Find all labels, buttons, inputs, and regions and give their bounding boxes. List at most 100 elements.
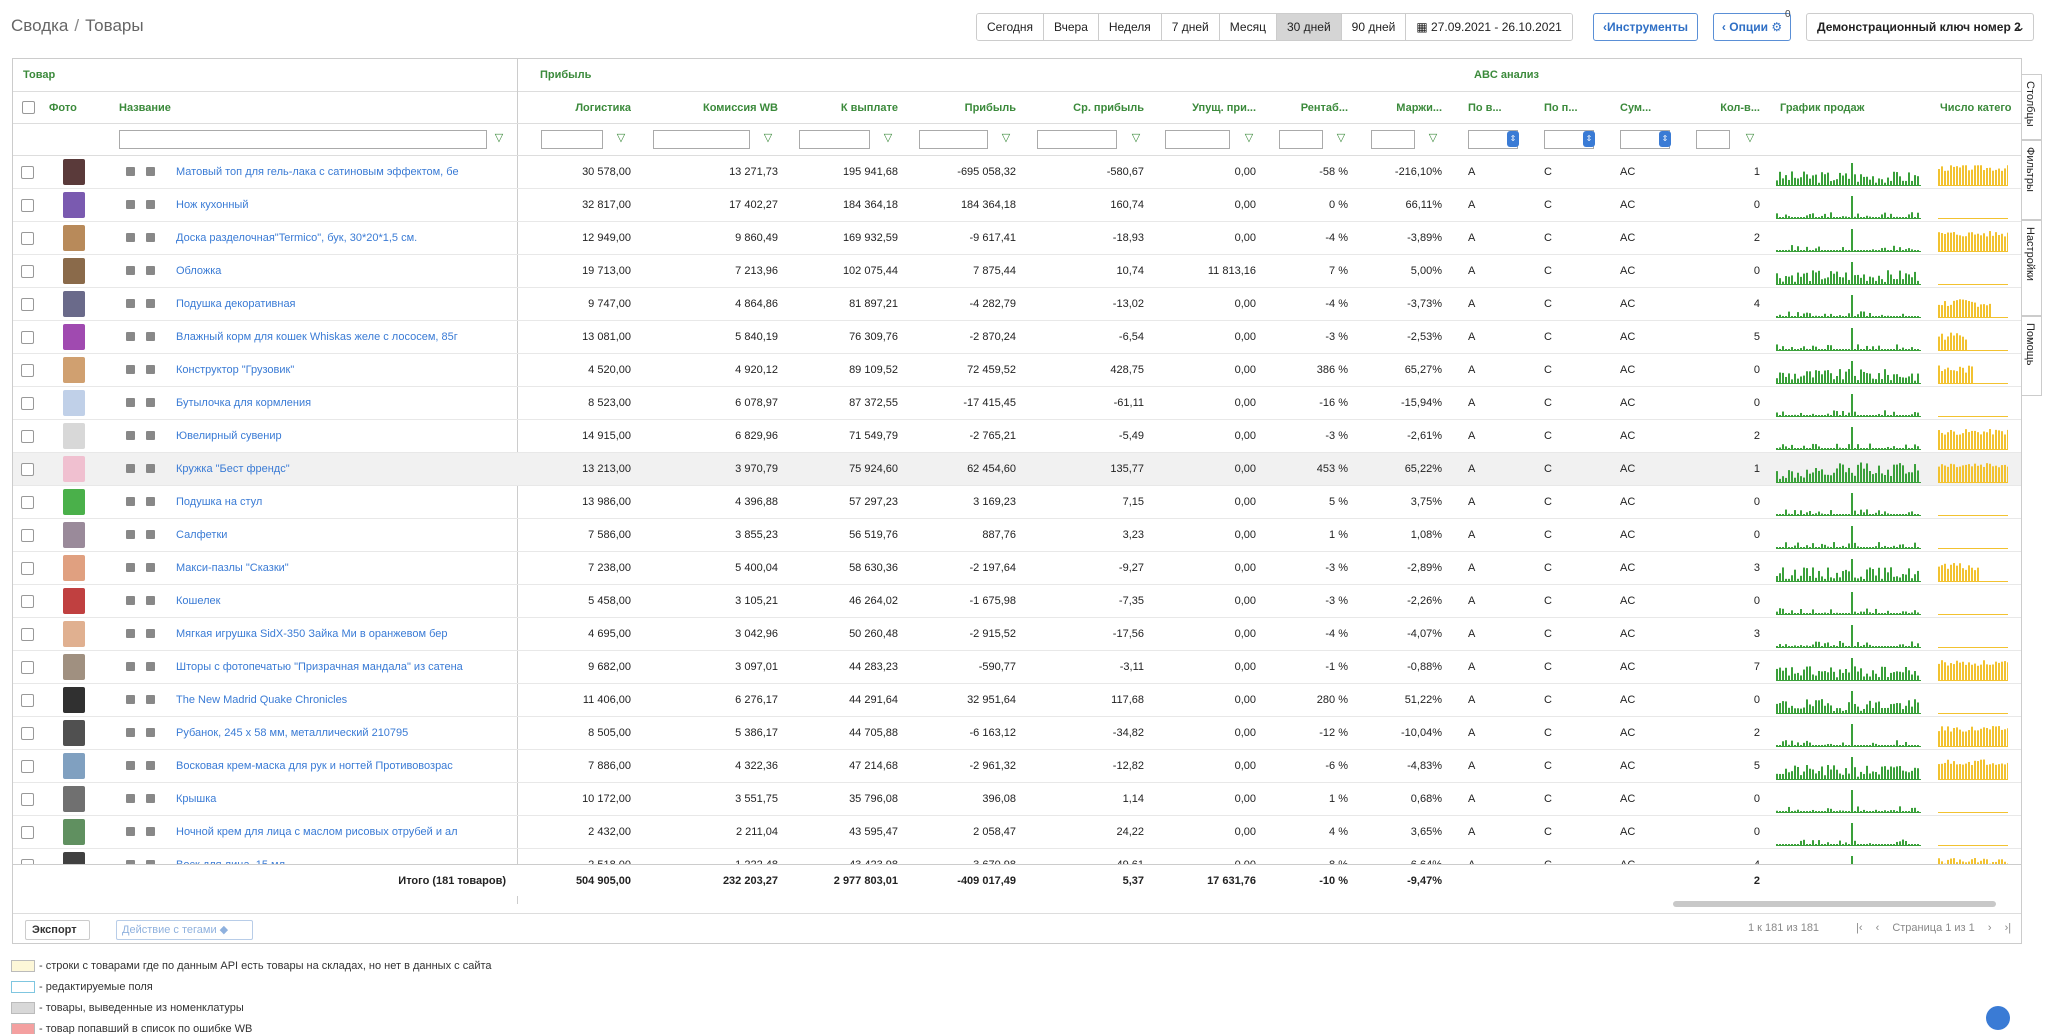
tag-icon[interactable] [126,299,135,308]
table-row[interactable]: Рубанок, 245 x 58 мм, металлический 2107… [13,717,2021,750]
tag-icon[interactable] [126,728,135,737]
table-row[interactable]: Мягкая игрушка SidX-350 Зайка Ми в оранж… [13,618,2021,651]
select-all-checkbox[interactable] [22,101,35,114]
product-name-link[interactable]: Влажный корм для кошек Whiskas желе с ло… [176,321,506,353]
table-row[interactable]: Шторы с фотопечатью "Призрачная мандала"… [13,651,2021,684]
tag-icon[interactable] [126,497,135,506]
product-photo[interactable] [63,291,85,317]
tag-icon[interactable] [126,563,135,572]
table-row[interactable]: Кружка "Бест френдс" 13 213,00 3 970,79 75 … [13,453,2021,486]
api-key-select[interactable]: Демонстрационный ключ номер 2 ⌄ [1806,13,2034,41]
side-tab[interactable]: Помощь [2022,316,2042,396]
product-photo[interactable] [63,324,85,350]
product-photo[interactable] [63,852,85,864]
table-row[interactable]: Матовый топ для гель-лака с сатиновым эф… [13,156,2021,189]
list-icon[interactable] [146,398,155,407]
row-checkbox[interactable] [21,232,34,245]
list-icon[interactable] [146,332,155,341]
table-row[interactable]: Подушка на стул 13 986,00 4 396,88 57 297,2… [13,486,2021,519]
list-icon[interactable] [146,530,155,539]
filter-icon[interactable]: ▽ [1000,132,1012,144]
tools-button[interactable]: ‹Инструменты [1593,13,1698,41]
list-icon[interactable] [146,728,155,737]
list-icon[interactable] [146,233,155,242]
row-checkbox[interactable] [21,826,34,839]
product-name-link[interactable]: Доска разделочная"Termico", бук, 30*20*1… [176,222,506,254]
table-row[interactable]: Подушка декоративная 9 747,00 4 864,86 81 8… [13,288,2021,321]
next-page-icon[interactable]: › [1988,922,1992,934]
filter-icon[interactable]: ▽ [1335,132,1347,144]
date-range-picker[interactable]: ▦ 27.09.2021 - 26.10.2021 [1406,14,1572,40]
table-row[interactable]: Восковая крем-маска для рук и ногтей Про… [13,750,2021,783]
product-photo[interactable] [63,192,85,218]
row-checkbox[interactable] [21,661,34,674]
product-photo[interactable] [63,159,85,185]
product-photo[interactable] [63,555,85,581]
product-photo[interactable] [63,654,85,680]
filter-icon[interactable]: ▽ [615,132,627,144]
product-photo[interactable] [63,621,85,647]
table-row[interactable]: Ночной крем для лица с маслом рисовых от… [13,816,2021,849]
filter-icon[interactable]: ▽ [1243,132,1255,144]
table-row[interactable]: Обложка 19 713,00 7 213,96 102 075,44 7 875,… [13,255,2021,288]
product-photo[interactable] [63,423,85,449]
first-page-icon[interactable]: |‹ [1856,922,1863,934]
table-row[interactable]: Макси-пазлы "Сказки" 7 238,00 5 400,04 58 6… [13,552,2021,585]
col-sum[interactable]: Сум... [1620,92,1690,124]
table-row[interactable]: Кошелек 5 458,00 3 105,21 46 264,02 -1 675,9… [13,585,2021,618]
row-checkbox[interactable] [21,331,34,344]
tag-icon[interactable] [126,629,135,638]
product-photo[interactable] [63,225,85,251]
product-name-link[interactable]: The New Madrid Quake Chronicles [176,684,506,716]
product-photo[interactable] [63,522,85,548]
filter-icon[interactable]: ▽ [493,132,505,144]
chat-icon[interactable] [1986,1006,2010,1030]
product-name-link[interactable]: Обложка [176,255,506,287]
tag-icon[interactable] [126,695,135,704]
tag-icon[interactable] [126,530,135,539]
product-photo[interactable] [63,489,85,515]
rentab-filter-input[interactable] [1279,130,1323,149]
export-button[interactable]: Экспорт ▣ [25,920,90,943]
list-icon[interactable] [146,365,155,374]
table-row[interactable]: The New Madrid Quake Chronicles 11 406,00… [13,684,2021,717]
breadcrumb-root[interactable]: Сводка [11,16,68,35]
side-tab[interactable]: Настройки [2022,220,2042,316]
list-icon[interactable] [146,266,155,275]
table-row[interactable]: Влажный корм для кошек Whiskas желе с ло… [13,321,2021,354]
product-photo[interactable] [63,786,85,812]
row-checkbox[interactable] [21,397,34,410]
row-checkbox[interactable] [21,793,34,806]
tag-icon[interactable] [126,827,135,836]
product-name-link[interactable]: Подушка на стул [176,486,506,518]
list-icon[interactable] [146,563,155,572]
tag-icon[interactable] [126,233,135,242]
product-photo[interactable] [63,753,85,779]
name-filter-input[interactable] [119,130,487,149]
table-row[interactable]: Воск для лица, 15 мл 2 518,00 1 222,48 43 4… [13,849,2021,864]
side-tab[interactable]: Столбцы [2022,74,2042,140]
tag-icon[interactable] [126,398,135,407]
col-avg-profit[interactable]: Ср. прибыль [1026,92,1144,124]
tag-icon[interactable] [126,761,135,770]
product-name-link[interactable]: Подушка декоративная [176,288,506,320]
list-icon[interactable] [146,431,155,440]
period-button[interactable]: 7 дней [1161,14,1220,40]
list-icon[interactable] [146,827,155,836]
product-name-link[interactable]: Крышка [176,783,506,815]
product-photo[interactable] [63,390,85,416]
col-payout[interactable]: К выплате [788,92,898,124]
col-commission[interactable]: Комиссия WB [643,92,778,124]
logistics-filter-input[interactable] [541,130,603,149]
list-icon[interactable] [146,596,155,605]
col-margin[interactable]: Маржи... [1358,92,1442,124]
filter-icon[interactable]: ▽ [1130,132,1142,144]
product-photo[interactable] [63,588,85,614]
table-row[interactable]: Нож кухонный 32 817,00 17 402,27 184 364,18… [13,189,2021,222]
list-icon[interactable] [146,662,155,671]
product-name-link[interactable]: Бутылочка для кормления [176,387,506,419]
product-name-link[interactable]: Рубанок, 245 x 58 мм, металлический 2107… [176,717,506,749]
row-checkbox[interactable] [21,727,34,740]
tag-icon[interactable] [126,365,135,374]
col-photo[interactable]: Фото [49,92,89,124]
